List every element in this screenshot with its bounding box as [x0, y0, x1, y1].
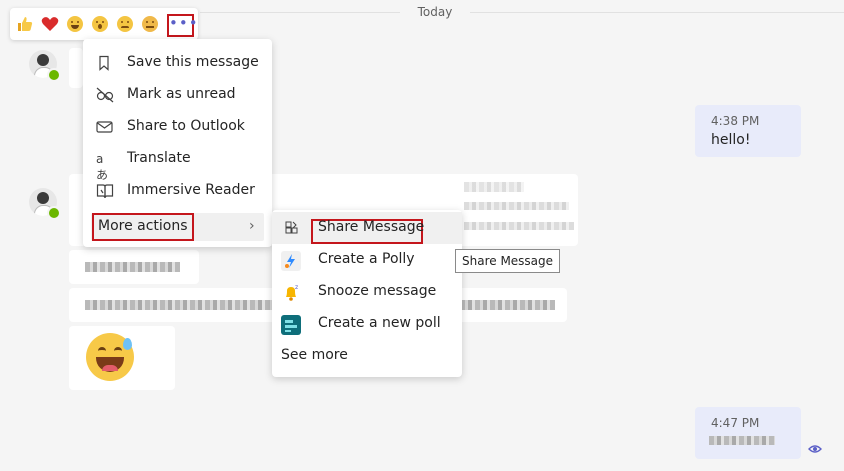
immersive-reader-icon [96, 183, 114, 199]
laugh-icon[interactable] [65, 14, 85, 34]
grinning-sweat-emoji [86, 333, 134, 381]
menu-item-immersive-reader[interactable]: Immersive Reader [83, 175, 272, 207]
see-more-label: See more [281, 347, 348, 363]
polly-icon [281, 251, 301, 271]
my-message-bubble[interactable]: 4:47 PM [695, 407, 801, 459]
message-timestamp: 4:47 PM [711, 416, 760, 430]
message-timestamp: 4:38 PM [711, 114, 760, 128]
message-text: hello! [711, 132, 751, 148]
more-options-button[interactable]: ••• [167, 14, 198, 37]
presence-available-icon [47, 206, 61, 220]
snooze-bell-icon: z [281, 283, 301, 303]
sad-icon[interactable] [115, 14, 135, 34]
seen-eye-icon [808, 444, 822, 454]
chevron-right-icon: › [249, 218, 255, 234]
submenu-item-create-poll[interactable]: Create a new poll [272, 308, 462, 340]
submenu-item-create-polly[interactable]: Create a Polly [272, 244, 462, 276]
submenu-item-label: Snooze message [318, 283, 437, 299]
menu-item-save-message[interactable]: Save this message [83, 47, 272, 79]
divider-line-left [200, 12, 400, 13]
mark-unread-icon [96, 87, 114, 103]
menu-item-label: Save this message [127, 54, 259, 70]
submenu-item-label: Create a Polly [318, 251, 415, 267]
more-actions-submenu: Share Message Create a Polly z Snooze me… [272, 210, 462, 377]
submenu-item-share-message[interactable]: Share Message [272, 212, 462, 244]
share-message-icon [281, 219, 301, 239]
date-divider-label: Today [417, 5, 453, 19]
more-actions-label[interactable]: More actions [92, 213, 194, 241]
menu-item-label: Translate [127, 150, 191, 166]
angry-icon[interactable] [140, 14, 160, 34]
menu-item-label: Mark as unread [127, 86, 236, 102]
message-context-menu: Save this message Mark as unread Share t… [83, 39, 272, 247]
heart-icon[interactable] [40, 14, 60, 34]
mail-icon [96, 119, 113, 135]
divider-line-right [470, 12, 844, 13]
submenu-item-see-more[interactable]: See more [272, 340, 462, 372]
menu-item-label: Immersive Reader [127, 182, 255, 198]
my-message-bubble[interactable]: 4:38 PM hello! [695, 105, 801, 157]
menu-item-share-outlook[interactable]: Share to Outlook [83, 111, 272, 143]
message-bubble[interactable] [69, 250, 199, 284]
submenu-item-snooze-message[interactable]: z Snooze message [272, 276, 462, 308]
menu-item-label: Share to Outlook [127, 118, 245, 134]
share-message-tooltip: Share Message [455, 249, 561, 273]
poll-icon [281, 315, 301, 335]
message-bubble[interactable] [69, 48, 83, 88]
menu-item-mark-unread[interactable]: Mark as unread [83, 79, 272, 111]
svg-text:z: z [295, 284, 298, 291]
presence-available-icon [47, 68, 61, 82]
submenu-item-label: Create a new poll [318, 315, 441, 331]
like-icon[interactable] [15, 14, 35, 34]
surprised-icon[interactable] [90, 14, 110, 34]
bookmark-icon [96, 55, 112, 71]
submenu-item-label: Share Message [318, 219, 425, 235]
translate-icon: aあ [96, 152, 109, 182]
menu-item-translate[interactable]: aあ Translate [83, 143, 272, 182]
